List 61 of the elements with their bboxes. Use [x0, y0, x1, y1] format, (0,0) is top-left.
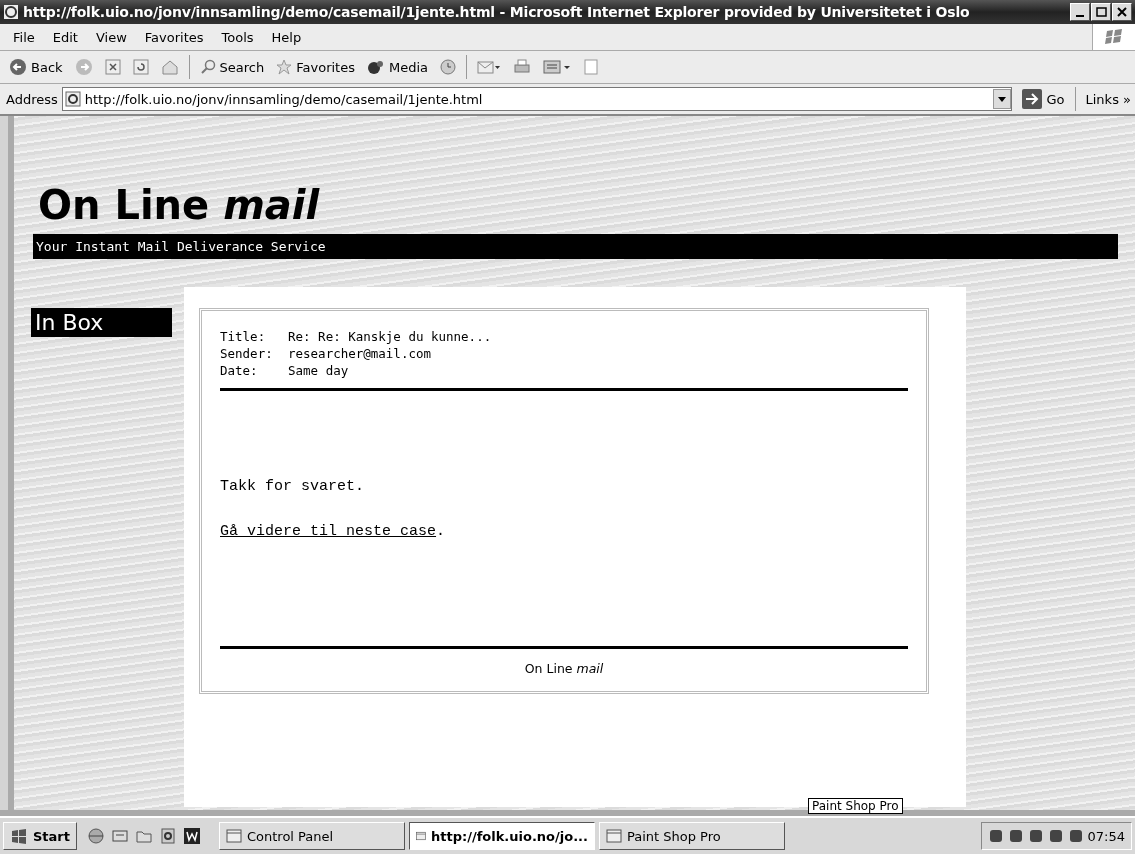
next-case-link[interactable]: Gå videre til neste case [220, 523, 437, 540]
field-value: Re: Re: Kanskje du kunne... [288, 328, 492, 345]
taskbar-button[interactable]: http://folk.uio.no/jo... [409, 822, 595, 850]
minimize-button[interactable] [1070, 3, 1090, 21]
page-icon [583, 59, 599, 75]
site-logo: On Line mail [38, 182, 320, 226]
media-icon [366, 59, 385, 75]
menu-item[interactable]: Help [262, 27, 311, 47]
search-button[interactable]: Search [194, 57, 270, 77]
field-label: Title: [220, 328, 267, 345]
message-text: Gå videre til neste case. [220, 523, 447, 540]
maximize-button[interactable] [1091, 3, 1111, 21]
search-icon [199, 59, 216, 75]
windows-flag-icon [10, 827, 28, 845]
go-button[interactable]: Go [1016, 87, 1071, 111]
stop-icon [104, 59, 121, 75]
menu-item[interactable]: Favorites [135, 27, 213, 47]
taskbar-button[interactable]: Control Panel [219, 822, 405, 850]
start-button[interactable]: Start [3, 822, 77, 850]
menu-item[interactable]: File [4, 27, 44, 47]
globe-icon [87, 827, 105, 845]
maximize-icon [1095, 6, 1107, 18]
edit-icon [543, 59, 571, 75]
taskbar-button[interactable]: Paint Shop Pro [599, 822, 785, 850]
refresh-icon [132, 59, 149, 75]
home-icon [160, 59, 179, 75]
field-label: Date: [220, 362, 259, 379]
envelope-icon [477, 59, 501, 75]
close-icon [1116, 6, 1128, 18]
close-button[interactable] [1112, 3, 1132, 21]
history-icon [440, 59, 456, 75]
message-text: Takk for svaret. [220, 478, 366, 495]
media-button[interactable]: Media [361, 57, 433, 77]
browser-icon [3, 4, 19, 20]
field-value: researcher@mail.com [288, 345, 431, 362]
printer-icon [513, 59, 531, 75]
inbox-link[interactable]: In Box [31, 308, 172, 337]
footer-text: On Line mail [523, 661, 605, 676]
address-field[interactable]: http://folk.uio.no/jonv/innsamling/demo/casemail/1jente.html [61, 87, 1013, 111]
menu-item[interactable]: View [86, 27, 136, 47]
window-icon [226, 828, 242, 844]
desktop-icon [111, 827, 129, 845]
links-button[interactable]: Links » [1079, 89, 1135, 109]
back-button[interactable]: Back [4, 56, 68, 78]
minimize-icon [1076, 15, 1084, 17]
tooltip: Paint Shop Pro [808, 798, 903, 814]
window-icon [606, 828, 622, 844]
field-label: Sender: [220, 345, 274, 362]
address-label: Address [6, 91, 58, 107]
dropdown-arrow-icon [998, 96, 1007, 102]
page-icon [64, 91, 81, 107]
tagline-bar: Your Instant Mail Deliverance Service [33, 234, 1118, 259]
favorites-button[interactable]: Favorites [271, 57, 360, 77]
clock: 07:54 [1087, 828, 1125, 844]
menu-item[interactable]: Tools [212, 27, 263, 47]
windows-flag-icon [1103, 27, 1125, 47]
field-value: Same day [288, 362, 349, 379]
window-title: http://folk.uio.no/jonv/innsamling/demo/casemail/1jente.html - Microsoft Internet Explorer provided by Universitetet i Oslo [23, 4, 971, 20]
w-document-icon [183, 827, 201, 845]
star-icon [276, 59, 293, 75]
menu-item[interactable]: Edit [43, 27, 87, 47]
